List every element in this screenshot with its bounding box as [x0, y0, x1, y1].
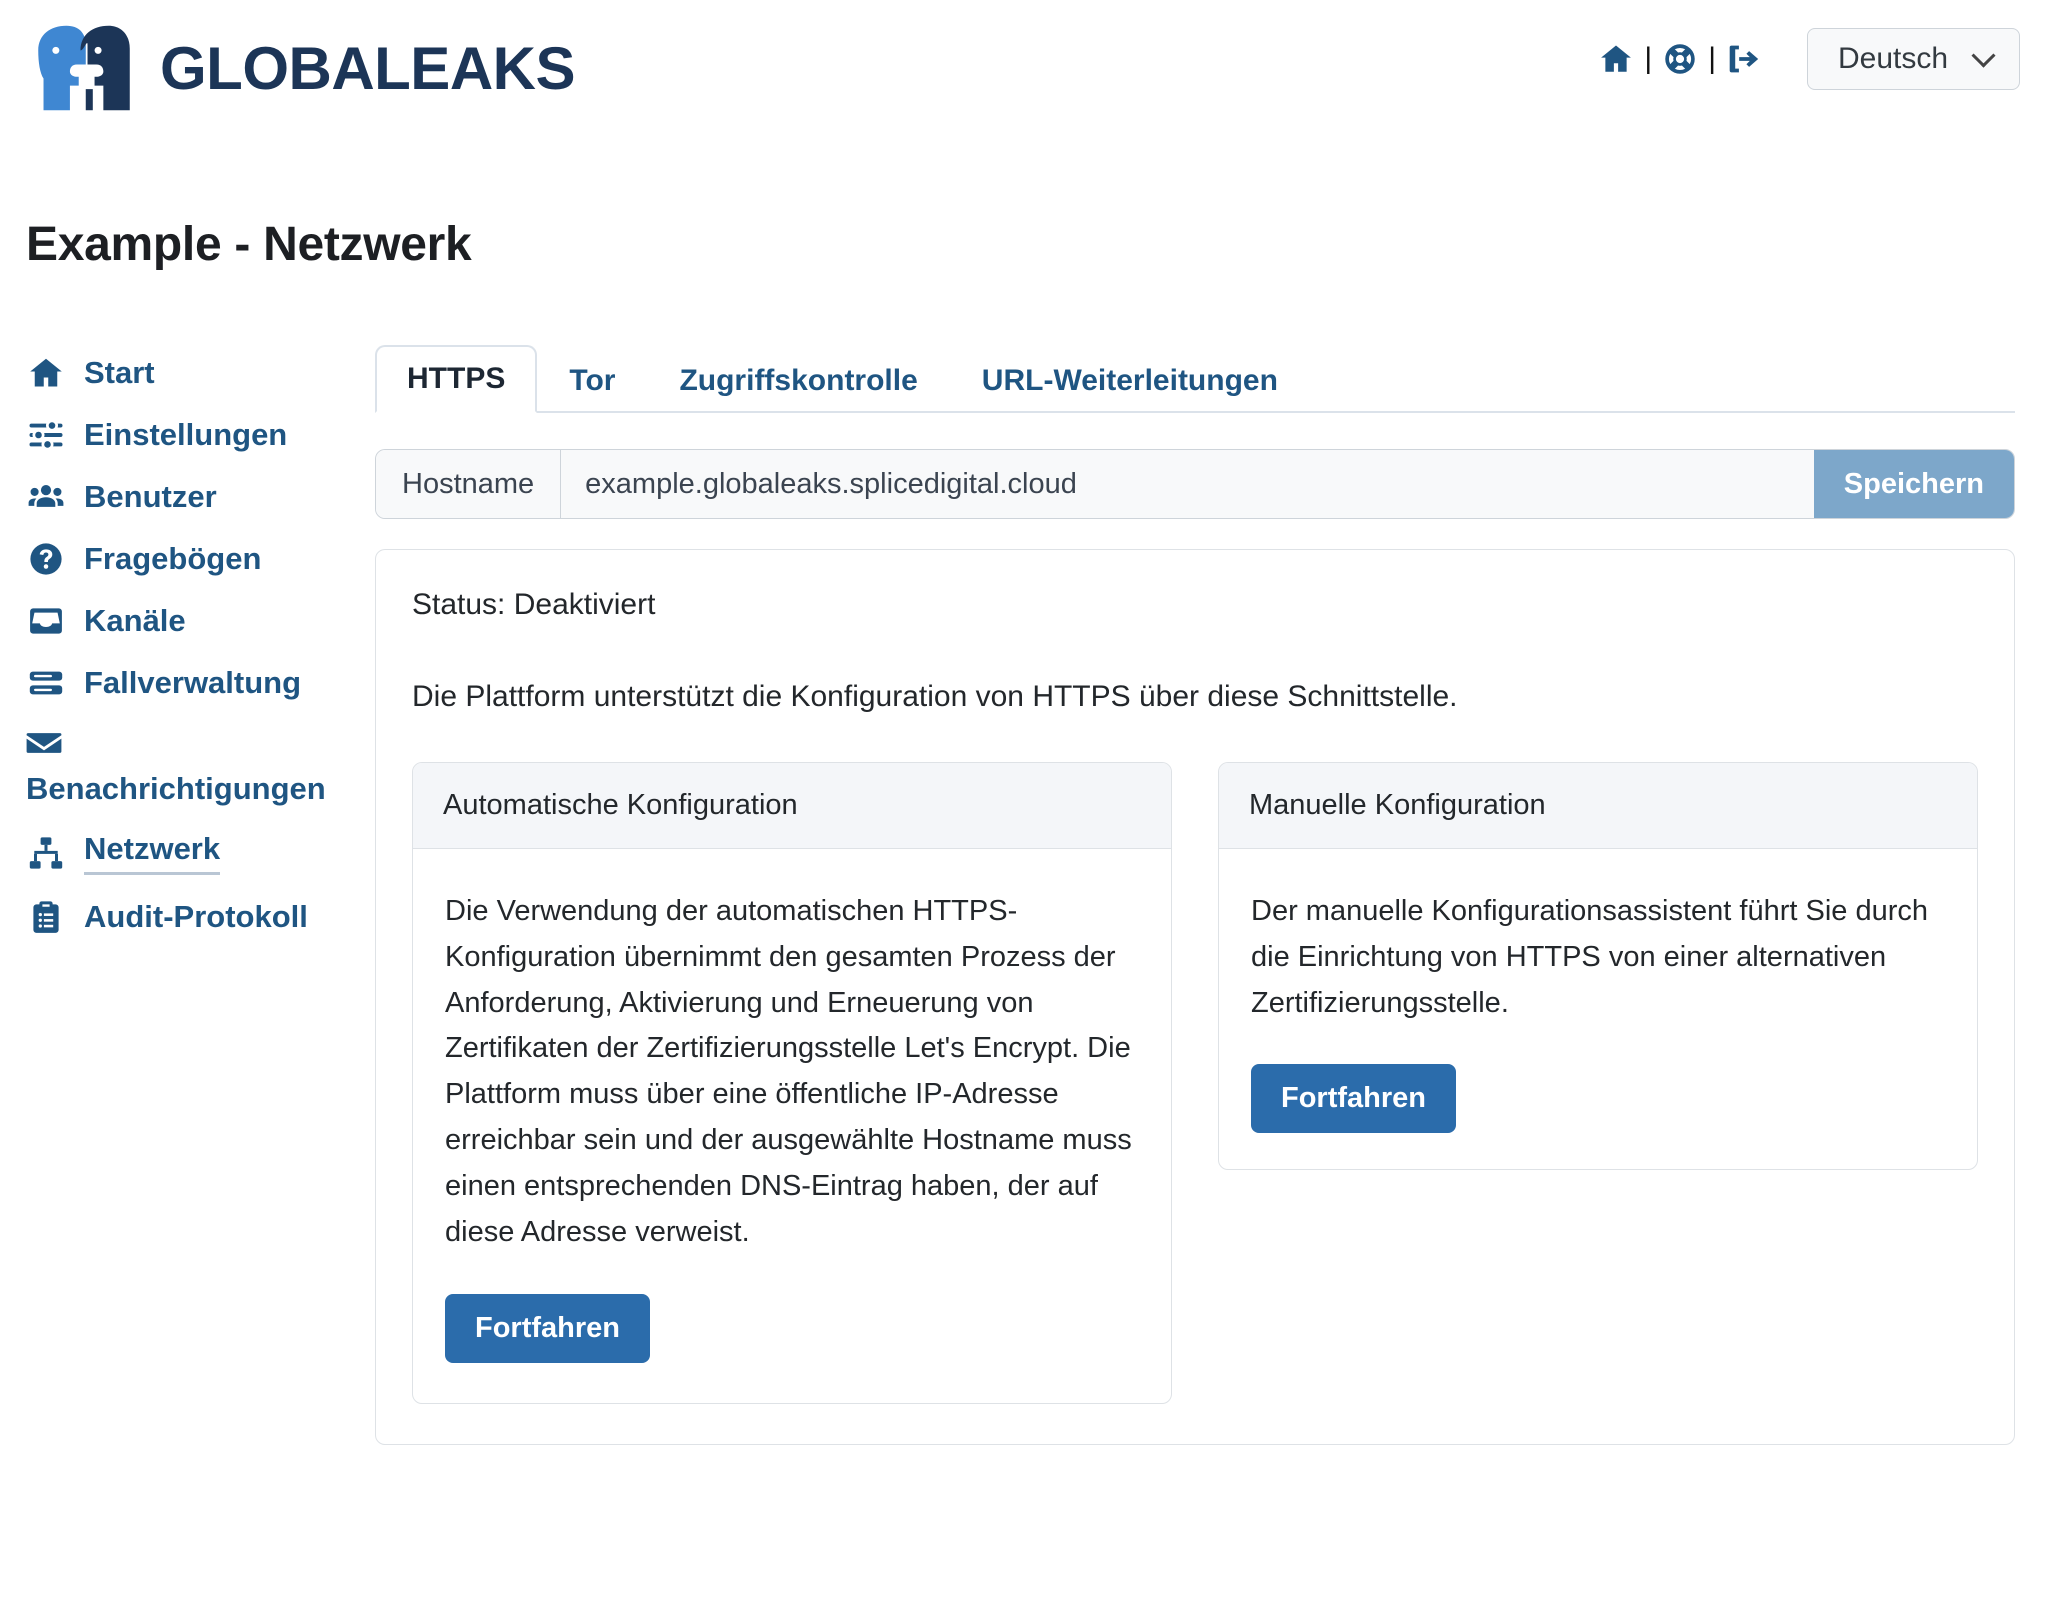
card-description: Die Verwendung der automatischen HTTPS-K… — [445, 895, 1132, 1248]
card-title: Manuelle Konfiguration — [1219, 763, 1977, 849]
card-body: Der manuelle Konfigurationsassistent füh… — [1219, 849, 1977, 1169]
home-icon[interactable] — [1595, 38, 1637, 80]
language-select[interactable]: Deutsch — [1807, 28, 2020, 90]
sidebar-item-label: Benachrichtigungen — [26, 771, 326, 806]
envelope-icon — [26, 725, 66, 765]
sign-out-icon[interactable] — [1723, 38, 1765, 80]
sidebar-item-label: Audit-Protokoll — [84, 898, 308, 934]
hostname-row: Hostname Speichern — [375, 449, 2015, 519]
sidebar-item-einstellungen[interactable]: Einstellungen — [26, 415, 366, 455]
sidebar-item-audit-protokoll[interactable]: Audit-Protokoll — [26, 897, 366, 937]
sidebar-item-label: Start — [84, 355, 155, 390]
header-separator-2: | — [1708, 42, 1716, 75]
tab-https[interactable]: HTTPS — [375, 345, 538, 413]
sidebar: Start Einstellungen Benutzer Fragebögen … — [26, 353, 366, 959]
automatic-proceed-button[interactable]: Fortfahren — [445, 1293, 650, 1363]
sliders-icon — [26, 415, 66, 455]
sidebar-item-benutzer[interactable]: Benutzer — [26, 477, 366, 517]
sidebar-item-start[interactable]: Start — [26, 353, 366, 393]
hostname-input[interactable] — [561, 450, 1814, 518]
tab-bar: HTTPS Tor Zugriffskontrolle URL-Weiterle… — [375, 345, 2015, 413]
sidebar-item-benachrichtigungen[interactable]: Benachrichtigungen — [26, 725, 366, 809]
inbox-icon — [26, 601, 66, 641]
manual-proceed-button[interactable]: Fortfahren — [1251, 1064, 1456, 1134]
sidebar-item-label: Benutzer — [84, 479, 217, 514]
manual-config-card: Manuelle Konfiguration Der manuelle Konf… — [1218, 762, 1978, 1171]
sidebar-item-label: Kanäle — [84, 603, 186, 638]
clipboard-list-icon — [26, 897, 66, 937]
status-badge: Status: Deaktiviert — [412, 588, 656, 621]
https-panel: Status: Deaktiviert Die Plattform unters… — [375, 549, 2015, 1445]
automatic-config-card: Automatische Konfiguration Die Verwendun… — [412, 762, 1172, 1404]
tab-zugriffskontrolle[interactable]: Zugriffskontrolle — [647, 347, 949, 413]
home-icon — [26, 353, 66, 393]
sidebar-item-fallverwaltung[interactable]: Fallverwaltung — [26, 663, 366, 703]
network-sitemap-icon — [26, 833, 66, 873]
server-icon — [26, 663, 66, 703]
sidebar-item-fragebogen[interactable]: Fragebögen — [26, 539, 366, 579]
panel-description: Die Plattform unterstützt die Konfigurat… — [412, 680, 1458, 713]
question-circle-icon — [26, 539, 66, 579]
sidebar-item-label: Fallverwaltung — [84, 665, 302, 700]
globaleaks-two-faces-logo — [38, 25, 130, 111]
sidebar-item-netzwerk[interactable]: Netzwerk — [26, 831, 366, 875]
brand[interactable]: GLOBALEAKS — [30, 24, 576, 112]
content-area: HTTPS Tor Zugriffskontrolle URL-Weiterle… — [375, 345, 2015, 1445]
page-title: Example - Netzwerk — [26, 218, 472, 272]
brand-name: GLOBALEAKS — [160, 34, 576, 102]
header-icon-group: | | — [1595, 38, 1765, 80]
sidebar-item-label: Netzwerk — [84, 831, 221, 875]
save-button[interactable]: Speichern — [1813, 450, 2014, 518]
config-cards: Automatische Konfiguration Die Verwendun… — [412, 762, 1978, 1404]
card-body: Die Verwendung der automatischen HTTPS-K… — [413, 849, 1171, 1403]
hostname-label: Hostname — [376, 450, 562, 518]
tab-url-weiterleitungen[interactable]: URL-Weiterleitungen — [950, 347, 1310, 413]
lifebuoy-support-icon[interactable] — [1659, 38, 1701, 80]
sidebar-item-kanaele[interactable]: Kanäle — [26, 601, 366, 641]
card-title: Automatische Konfiguration — [413, 763, 1171, 849]
users-icon — [26, 477, 66, 517]
sidebar-item-label: Fragebögen — [84, 541, 262, 576]
header-right-controls: | | Deutsch — [1595, 28, 2020, 90]
tab-tor[interactable]: Tor — [537, 347, 647, 413]
card-description: Der manuelle Konfigurationsassistent füh… — [1251, 895, 1929, 1019]
header-separator-1: | — [1644, 42, 1653, 75]
language-select-wrapper: Deutsch — [1807, 28, 2020, 90]
app-header: GLOBALEAKS | | Deutsch — [0, 0, 2048, 150]
sidebar-item-label: Einstellungen — [84, 417, 288, 452]
